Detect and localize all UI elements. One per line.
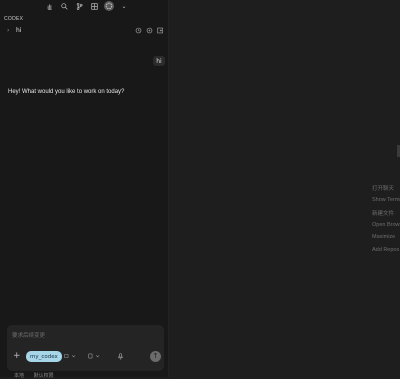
codex-sidebar: ⌄ CODEX › hi hi Hey! What would you like… (0, 0, 169, 379)
new-chat-icon[interactable] (157, 27, 164, 34)
user-message: hi (153, 56, 165, 66)
command-maximize[interactable]: Maximize (372, 234, 400, 247)
settings-icon[interactable] (146, 27, 153, 34)
search-icon[interactable] (60, 2, 68, 10)
extensions-icon[interactable] (90, 2, 98, 10)
panel-title: CODEX (4, 16, 24, 22)
arrow-up-icon[interactable]: ↑ (150, 351, 161, 362)
command-show-terminal[interactable]: Show Terminal (372, 197, 400, 210)
composer-footer: 本地 默认权限 (14, 372, 54, 379)
command-add-repos[interactable]: Add Repos (372, 247, 400, 260)
command-open-browser[interactable]: Open Browser (372, 222, 400, 235)
model-select-icon[interactable] (88, 353, 102, 361)
local-mode-label[interactable]: 本地 (14, 373, 24, 379)
hand-icon[interactable] (45, 2, 53, 10)
history-icon[interactable] (135, 27, 142, 34)
sidebar-toolbar: ⌄ (0, 0, 168, 12)
assistant-message: Hey! What would you like to work on toda… (8, 89, 125, 95)
permission-label[interactable]: 默认权限 (34, 373, 54, 379)
context-chip[interactable]: my_codex (26, 351, 62, 362)
message-input[interactable]: 要求后续变更 (12, 331, 45, 339)
thread-title[interactable]: hi (16, 27, 21, 34)
microphone-icon[interactable] (117, 353, 124, 362)
chevron-down-icon[interactable]: ⌄ (120, 2, 128, 10)
source-control-icon[interactable] (75, 2, 83, 10)
thread-header: › hi (0, 26, 168, 36)
add-attachment-icon[interactable]: + (13, 352, 21, 361)
codex-avatar-icon[interactable] (104, 1, 114, 11)
command-open-chat[interactable]: 打开聊天 (372, 184, 400, 197)
command-new-file[interactable]: 新建文件 (372, 209, 400, 222)
composer: 要求后续变更 + my_codex ↑ (7, 325, 164, 371)
empty-editor-commands: 打开聊天 Show Terminal 新建文件 Open Browser Max… (372, 184, 400, 259)
chevron-right-icon[interactable]: › (7, 27, 9, 34)
mode-select-icon[interactable] (64, 353, 78, 361)
